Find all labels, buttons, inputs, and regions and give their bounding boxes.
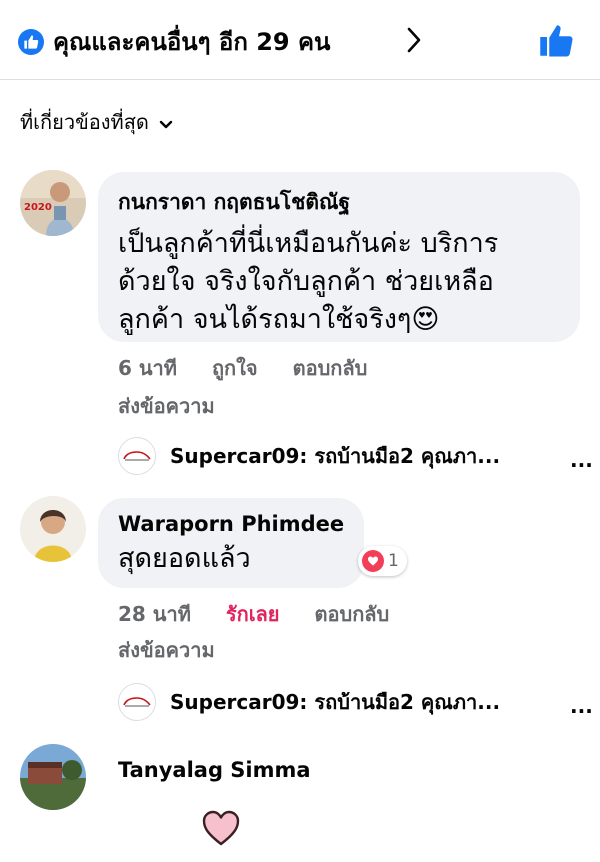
reply-more[interactable]: ... [570,694,593,718]
reaction-summary[interactable]: คุณและคนอื่นๆ อีก 29 คน [18,22,330,61]
avatar[interactable] [20,744,86,810]
comment-time[interactable]: 6 นาที [118,356,177,380]
comment-line: ลูกค้า จนได้รถมาใช้จริงๆ😍 [118,304,440,335]
comment-bubble: กนกราดา กฤตธนโชติณัฐ เป็นลูกค้าที่นี่เหม… [98,172,580,342]
reactions-header: คุณและคนอื่นๆ อีก 29 คน [0,0,600,80]
comment-text: สุดยอดแล้ว [118,540,346,578]
send-message-button[interactable]: ส่งข้อความ [118,634,215,666]
avatar-caption: 2020 [24,202,52,213]
react-button[interactable]: ถูกใจ [212,356,258,380]
chevron-down-icon [159,111,173,135]
comment-author[interactable]: กนกราดา กฤตธนโชติณัฐ [118,186,562,219]
comment-line: ด้วยใจ จริงใจกับลูกค้า ช่วยเหลือ [118,266,494,297]
reply-more[interactable]: ... [570,448,593,472]
comment-author[interactable]: Waraporn Phimdee [118,512,346,536]
comment-actions: 28 นาที รักเลย ตอบกลับ [118,598,417,630]
sort-dropdown[interactable]: ที่เกี่ยวข้องที่สุด [20,106,173,138]
car-logo-icon [118,437,156,475]
heart-icon [362,550,384,572]
comment-text: เป็นลูกค้าที่นี่เหมือนกันค่ะ บริการ ด้วย… [118,225,562,339]
reaction-summary-text: คุณและคนอื่นๆ อีก 29 คน [53,28,331,56]
avatar[interactable]: 2020 [20,170,86,236]
reply-preview-text: Supercar09: รถบ้านมือ2 คุณภา... [170,444,501,468]
thumbs-up-icon[interactable] [538,22,574,62]
comment-author[interactable]: Tanyalag Simma [118,758,311,782]
comment-line: สุดยอดแล้ว [118,543,251,574]
reaction-count: 1 [388,551,399,571]
car-logo-icon [118,683,156,721]
sort-label: ที่เกี่ยวข้องที่สุด [20,110,149,134]
reaction-badge[interactable]: 1 [358,546,407,576]
heart-sticker-icon [200,808,242,852]
reply-button[interactable]: ตอบกลับ [293,356,368,380]
send-message-button[interactable]: ส่งข้อความ [118,390,215,422]
like-icon [18,28,44,55]
chevron-right-icon[interactable] [406,26,422,58]
comment-actions: 6 นาที ถูกใจ ตอบกลับ [118,352,395,384]
comment-bubble: Waraporn Phimdee สุดยอดแล้ว [98,498,364,588]
reply-button[interactable]: ตอบกลับ [315,602,390,626]
comment-time[interactable]: 28 นาที [118,602,191,626]
react-button[interactable]: รักเลย [226,602,280,626]
reply-preview[interactable]: Supercar09: รถบ้านมือ2 คุณภา... [118,437,500,475]
reply-preview[interactable]: Supercar09: รถบ้านมือ2 คุณภา... [118,683,500,721]
reply-preview-text: Supercar09: รถบ้านมือ2 คุณภา... [170,690,501,714]
comment-line: เป็นลูกค้าที่นี่เหมือนกันค่ะ บริการ [118,228,499,259]
avatar[interactable] [20,496,86,562]
